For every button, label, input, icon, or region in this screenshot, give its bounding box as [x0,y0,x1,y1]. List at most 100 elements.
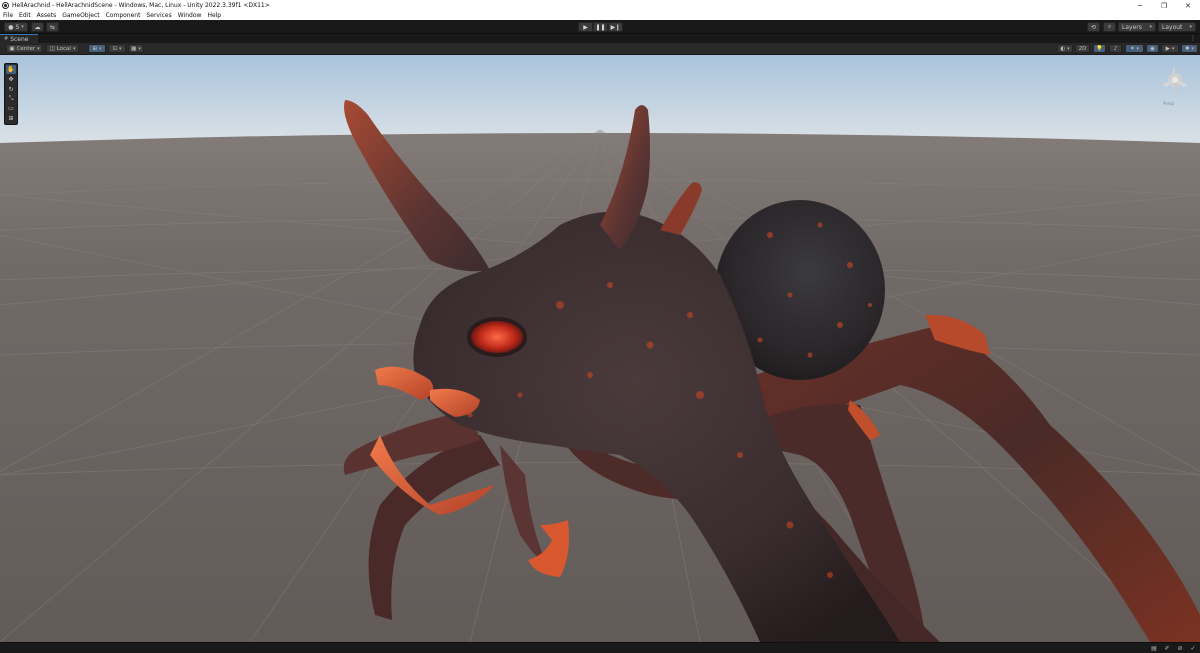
window-controls: ─ ❐ ✕ [1128,0,1200,11]
account-label: S [15,23,20,31]
chevron-down-icon: ▾ [99,45,102,52]
status-bar: ▤ ✐ ⊘ ✓ [0,642,1200,653]
grid-icon: ▦ [131,45,137,52]
history-icon: ⟲ [1090,23,1097,31]
layout-dropdown[interactable]: Layout ▾ [1158,22,1196,32]
progress-icon[interactable]: ▤ [1149,644,1159,653]
chevron-down-icon: ▾ [1067,45,1070,52]
play-button[interactable]: ▶ [578,22,593,32]
move-tool-button[interactable]: ✥ [6,75,16,84]
cloud-icon: ☁ [34,23,41,31]
chevron-down-icon: ▾ [37,45,40,52]
step-button[interactable]: ▶❙ [608,22,623,32]
tab-menu-icon[interactable]: ⋮ [1190,34,1196,43]
chevron-down-icon: ▾ [119,45,122,52]
rect-tool-button[interactable]: ▭ [6,104,16,113]
chevron-down-icon: ▾ [1136,45,1140,52]
restore-button[interactable]: ❐ [1152,0,1176,11]
shading-sphere-icon: ◐ [1060,45,1066,52]
pivot-icon: ▣ [9,45,15,52]
audio-toggle-button[interactable]: ♪ [1109,44,1122,53]
debug-icon[interactable]: ✐ [1162,644,1172,653]
menu-file[interactable]: File [3,12,13,19]
account-button[interactable]: ● S ▾ [4,22,28,32]
space-local-dropdown[interactable]: ◫ Local ▾ [46,44,79,53]
gizmo-persp-label[interactable]: Persp [1163,101,1174,106]
pivot-label: Center [16,45,36,52]
rotate-tool-button[interactable]: ↻ [6,85,16,94]
grid-visibility-button[interactable]: ▦ ▾ [128,44,144,53]
main-toolbar: ● S ▾ ☁ ⇆ ▶ ❚❚ ▶❙ ⟲ ⌕ Layers ▾ Layout ▾ [0,20,1200,34]
pause-button[interactable]: ❚❚ [593,22,608,32]
toggle-2d-button[interactable]: 2D [1075,44,1090,53]
hand-icon: ✋ [7,65,15,73]
audio-icon: ♪ [1113,45,1118,52]
lighting-toggle-button[interactable]: 💡 [1093,44,1106,53]
draw-mode-dropdown[interactable]: ◐ ▾ [1057,44,1073,53]
menu-gameobject[interactable]: GameObject [62,12,99,19]
search-button[interactable]: ⌕ [1103,22,1116,32]
layout-label: Layout [1162,23,1183,31]
rect-icon: ▭ [8,105,14,113]
scene-tools-overlay: ✋ ✥ ↻ ⤡ ▭ ⊞ [4,63,18,125]
chevron-down-icon: ▾ [138,45,141,52]
collab-icon: ⇆ [49,23,56,31]
menu-bar: File Edit Assets GameObject Component Se… [0,11,1200,20]
diagnostics-icon[interactable]: ⊘ [1175,644,1185,653]
move-icon: ✥ [8,75,14,83]
hand-tool-button[interactable]: ✋ [6,65,16,74]
minimize-button[interactable]: ─ [1128,0,1152,11]
layers-dropdown[interactable]: Layers ▾ [1118,22,1156,32]
hidden-objects-button[interactable]: ◉ [1146,44,1159,53]
tab-scene-label: Scene [10,35,29,43]
camera-icon: ▶ [1165,45,1170,52]
transform-tool-button[interactable]: ⊞ [6,114,16,123]
effects-dropdown[interactable]: ✦ ▾ [1125,44,1144,53]
title-bar: HellArachnid - HellArachnidScene - Windo… [0,0,1200,11]
search-icon: ⌕ [1107,23,1112,30]
check-icon[interactable]: ✓ [1188,644,1198,653]
scene-view-toolbar: ▣ Center ▾ ◫ Local ▾ ⊞ ▾ ⊡ ▾ ▦ ▾ ◐ ▾ 2D … [0,43,1200,55]
gizmos-icon: ✸ [1184,45,1190,52]
menu-window[interactable]: Window [178,12,202,19]
undo-history-button[interactable]: ⟲ [1087,22,1100,32]
menu-assets[interactable]: Assets [37,12,57,19]
snap-icon: ⊡ [112,45,118,52]
menu-services[interactable]: Services [146,12,171,19]
layers-label: Layers [1122,23,1142,31]
unity-logo-icon [2,2,9,9]
scale-tool-button[interactable]: ⤡ [6,94,16,103]
grid-snap-icon: ⊞ [92,45,98,52]
chevron-down-icon: ▾ [1171,45,1175,52]
status-icons: ▤ ✐ ⊘ ✓ [1146,644,1198,653]
menu-edit[interactable]: Edit [19,12,31,19]
light-bulb-icon: 💡 [1096,45,1103,52]
scene-render [0,55,1200,642]
gizmos-dropdown[interactable]: ✸ ▾ [1181,44,1198,53]
grid-snap-button[interactable]: ⊞ ▾ [88,44,106,53]
rotate-icon: ↻ [8,85,14,93]
collab-button[interactable]: ⇆ [46,22,59,32]
chevron-down-icon: ▾ [21,24,24,30]
transform-icon: ⊞ [8,115,14,123]
menu-help[interactable]: Help [207,12,221,19]
play-controls: ▶ ❚❚ ▶❙ [578,22,623,32]
menu-component[interactable]: Component [106,12,141,19]
chevron-down-icon: ▾ [1191,45,1195,52]
chevron-down-icon: ▾ [72,45,76,52]
effects-icon: ✦ [1129,45,1135,52]
toggle-2d-label: 2D [1078,45,1087,52]
chevron-down-icon: ▾ [1149,24,1152,30]
grid-icon: # [4,36,9,42]
tab-scene[interactable]: # Scene [0,34,38,43]
scale-icon: ⤡ [8,94,14,102]
snap-increment-button[interactable]: ⊡ ▾ [108,44,126,53]
chevron-down-icon: ▾ [1189,24,1192,30]
camera-settings-dropdown[interactable]: ▶ ▾ [1161,44,1179,53]
close-button[interactable]: ✕ [1176,0,1200,11]
local-space-icon: ◫ [49,45,55,52]
scene-viewport[interactable] [0,55,1200,642]
pivot-center-dropdown[interactable]: ▣ Center ▾ [6,44,43,53]
window-title: HellArachnid - HellArachnidScene - Windo… [12,2,270,9]
cloud-button[interactable]: ☁ [31,22,44,32]
